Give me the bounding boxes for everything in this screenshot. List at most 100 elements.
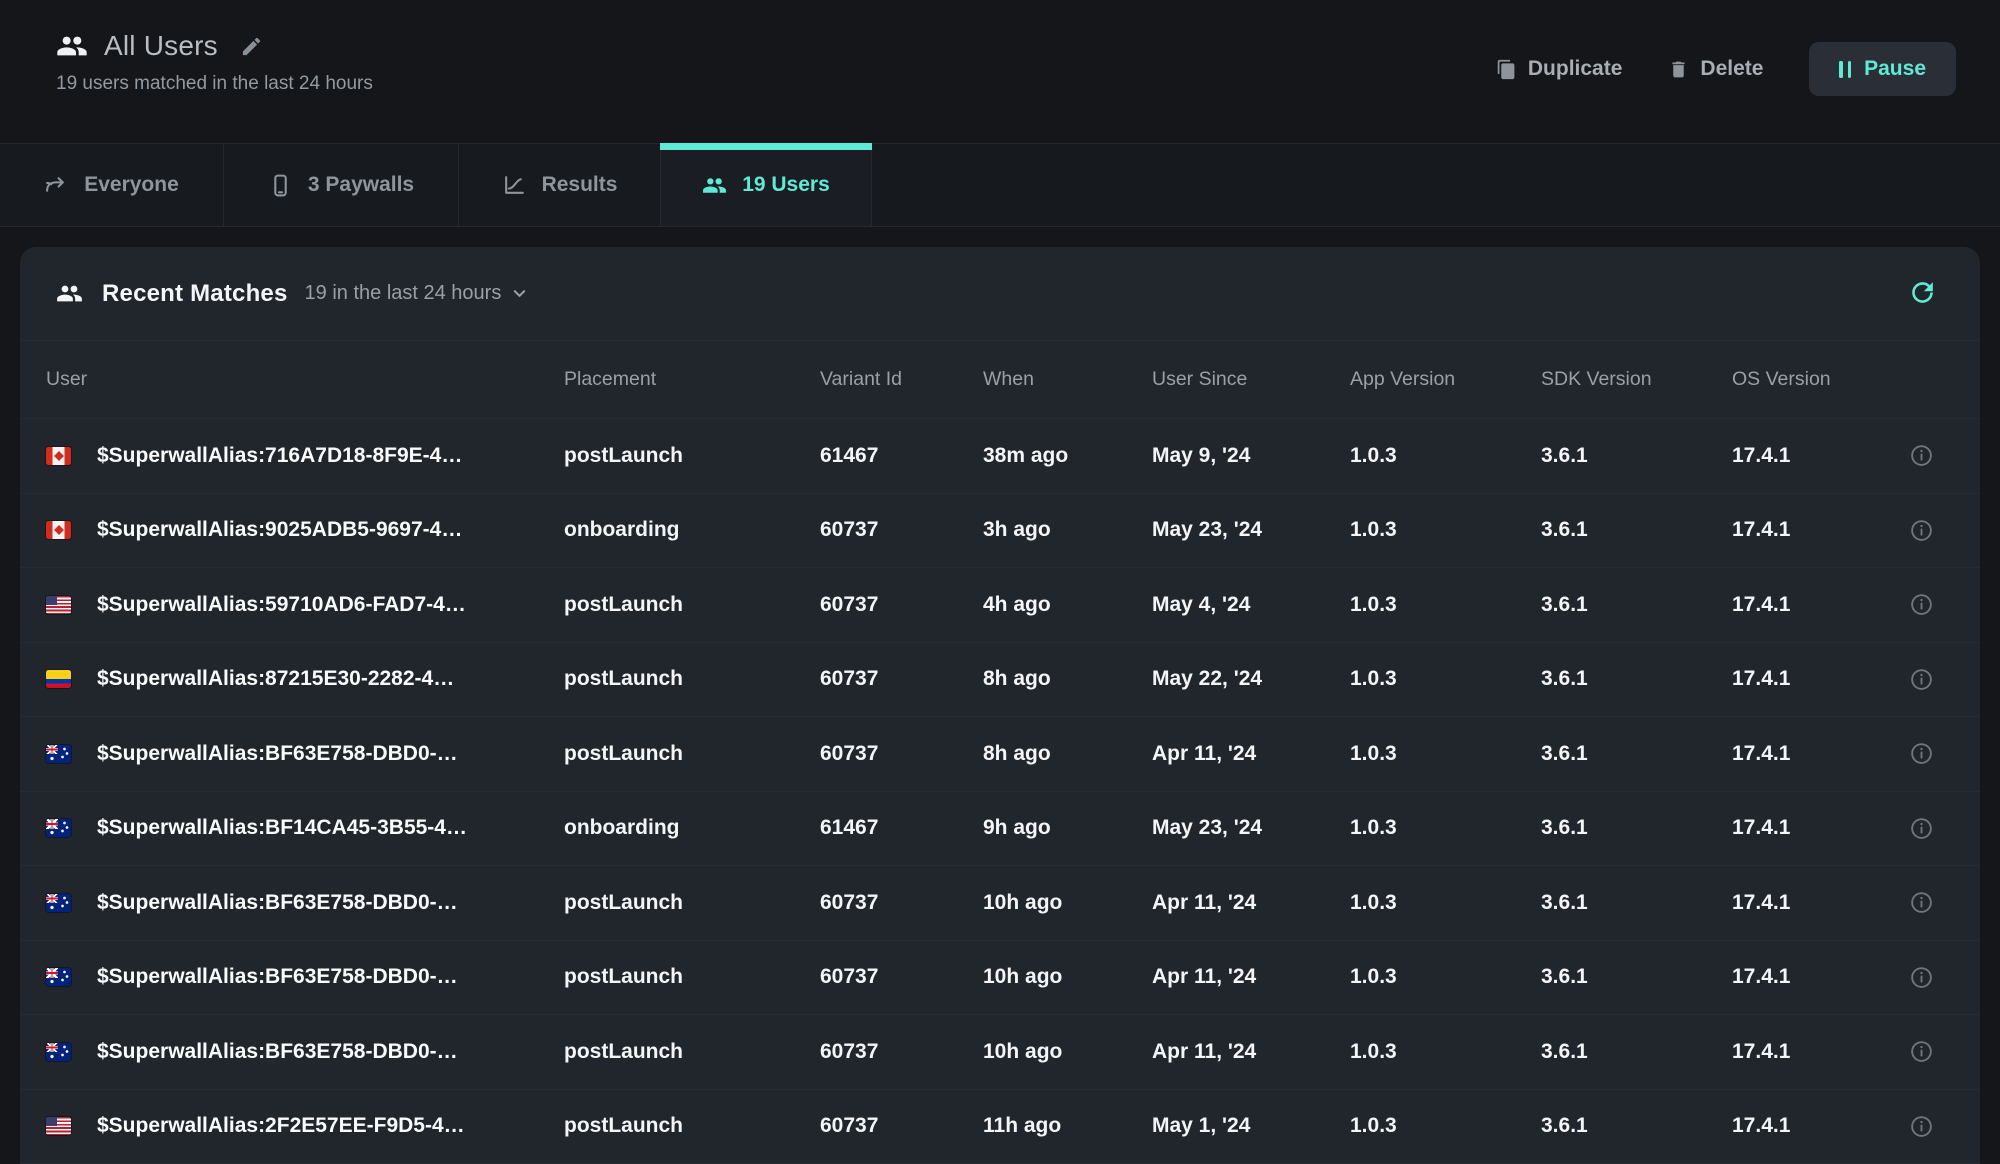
variant-id-cell: 60737 [820,891,983,915]
results-chart-icon [502,173,527,198]
trash-icon [1668,59,1689,80]
when-cell: 38m ago [983,444,1152,468]
tab-bar: Everyone 3 Paywalls Results 19 Users [0,143,2000,227]
table-row[interactable]: $SuperwallAlias:BF63E758-DBD0-… postLaun… [20,866,1980,941]
variant-id-cell: 60737 [820,593,983,617]
variant-id-cell: 60737 [820,742,983,766]
variant-id-cell: 60737 [820,1040,983,1064]
tab-results-label: Results [542,173,618,197]
column-header-app-version: App Version [1350,368,1541,391]
user-alias: $SuperwallAlias:59710AD6-FAD7-4… [97,593,466,617]
when-cell: 10h ago [983,1040,1152,1064]
os-version-cell: 17.4.1 [1732,1114,1896,1138]
pause-button[interactable]: Pause [1809,42,1956,96]
duplicate-button[interactable]: Duplicate [1496,57,1623,81]
table-row[interactable]: $SuperwallAlias:716A7D18-8F9E-4… postLau… [20,419,1980,494]
placement-cell: postLaunch [564,444,820,468]
column-header-os-version: OS Version [1732,368,1896,391]
when-cell: 10h ago [983,965,1152,989]
refresh-button[interactable] [1907,277,1938,311]
user-alias: $SuperwallAlias:BF63E758-DBD0-… [97,965,458,989]
app-version-cell: 1.0.3 [1350,1114,1541,1138]
info-icon[interactable] [1909,518,1934,543]
canada-flag-icon [46,521,71,539]
info-icon[interactable] [1909,667,1934,692]
info-icon[interactable] [1909,965,1934,990]
when-cell: 8h ago [983,667,1152,691]
table-row[interactable]: $SuperwallAlias:87215E30-2282-4… postLau… [20,643,1980,718]
info-icon[interactable] [1909,741,1934,766]
user-since-cell: Apr 11, '24 [1152,1040,1350,1064]
os-version-cell: 17.4.1 [1732,518,1896,542]
table-row[interactable]: $SuperwallAlias:BF14CA45-3B55-4… onboard… [20,792,1980,867]
sdk-version-cell: 3.6.1 [1541,593,1732,617]
when-cell: 4h ago [983,593,1152,617]
page-subtitle: 19 users matched in the last 24 hours [56,73,373,95]
tab-paywalls-label: 3 Paywalls [308,173,414,197]
table-row[interactable]: $SuperwallAlias:59710AD6-FAD7-4… postLau… [20,568,1980,643]
table-row[interactable]: $SuperwallAlias:BF63E758-DBD0-… postLaun… [20,717,1980,792]
column-header-variant-id: Variant Id [820,368,983,391]
edit-pencil-icon[interactable] [240,35,263,58]
tab-results[interactable]: Results [459,144,661,226]
info-icon[interactable] [1909,816,1934,841]
recent-matches-panel: Recent Matches 19 in the last 24 hours U… [20,247,1980,1164]
delete-label: Delete [1700,57,1763,81]
colombia-flag-icon [46,670,71,688]
tab-everyone[interactable]: Everyone [0,144,224,226]
os-version-cell: 17.4.1 [1732,1040,1896,1064]
user-since-cell: May 1, '24 [1152,1114,1350,1138]
table-row[interactable]: $SuperwallAlias:BF63E758-DBD0-… postLaun… [20,1015,1980,1090]
sdk-version-cell: 3.6.1 [1541,891,1732,915]
os-version-cell: 17.4.1 [1732,444,1896,468]
tab-paywalls[interactable]: 3 Paywalls [224,144,459,226]
app-version-cell: 1.0.3 [1350,1040,1541,1064]
when-cell: 9h ago [983,816,1152,840]
time-range-dropdown[interactable]: 19 in the last 24 hours [305,282,530,305]
os-version-cell: 17.4.1 [1732,816,1896,840]
app-version-cell: 1.0.3 [1350,816,1541,840]
usa-flag-icon [46,596,71,614]
os-version-cell: 17.4.1 [1732,667,1896,691]
duplicate-icon [1496,59,1517,80]
placement-cell: postLaunch [564,1114,820,1138]
os-version-cell: 17.4.1 [1732,593,1896,617]
column-header-sdk-version: SDK Version [1541,368,1732,391]
app-version-cell: 1.0.3 [1350,667,1541,691]
app-version-cell: 1.0.3 [1350,965,1541,989]
table-row[interactable]: $SuperwallAlias:2F2E57EE-F9D5-4… postLau… [20,1090,1980,1164]
os-version-cell: 17.4.1 [1732,742,1896,766]
tab-users[interactable]: 19 Users [661,144,872,226]
header-left: All Users 19 users matched in the last 2… [56,0,373,143]
os-version-cell: 17.4.1 [1732,891,1896,915]
sdk-version-cell: 3.6.1 [1541,965,1732,989]
app-version-cell: 1.0.3 [1350,891,1541,915]
tab-users-label: 19 Users [742,173,830,197]
info-icon[interactable] [1909,443,1934,468]
when-cell: 8h ago [983,742,1152,766]
table-row[interactable]: $SuperwallAlias:BF63E758-DBD0-… postLaun… [20,941,1980,1016]
pause-icon [1839,61,1851,78]
sdk-version-cell: 3.6.1 [1541,1114,1732,1138]
users-icon [702,173,727,198]
pause-label: Pause [1864,57,1926,81]
placement-cell: postLaunch [564,742,820,766]
delete-button[interactable]: Delete [1668,57,1763,81]
user-alias: $SuperwallAlias:BF63E758-DBD0-… [97,891,458,915]
info-icon[interactable] [1909,1114,1934,1139]
user-since-cell: May 23, '24 [1152,816,1350,840]
info-icon[interactable] [1909,592,1934,617]
os-version-cell: 17.4.1 [1732,965,1896,989]
sdk-version-cell: 3.6.1 [1541,518,1732,542]
australia-flag-icon [46,745,71,763]
table-row[interactable]: $SuperwallAlias:9025ADB5-9697-4… onboard… [20,494,1980,569]
info-icon[interactable] [1909,1039,1934,1064]
placement-cell: postLaunch [564,667,820,691]
time-range-label: 19 in the last 24 hours [305,282,502,305]
variant-id-cell: 60737 [820,1114,983,1138]
placement-cell: postLaunch [564,891,820,915]
sdk-version-cell: 3.6.1 [1541,816,1732,840]
info-icon[interactable] [1909,890,1934,915]
user-since-cell: May 22, '24 [1152,667,1350,691]
users-icon [56,280,83,307]
